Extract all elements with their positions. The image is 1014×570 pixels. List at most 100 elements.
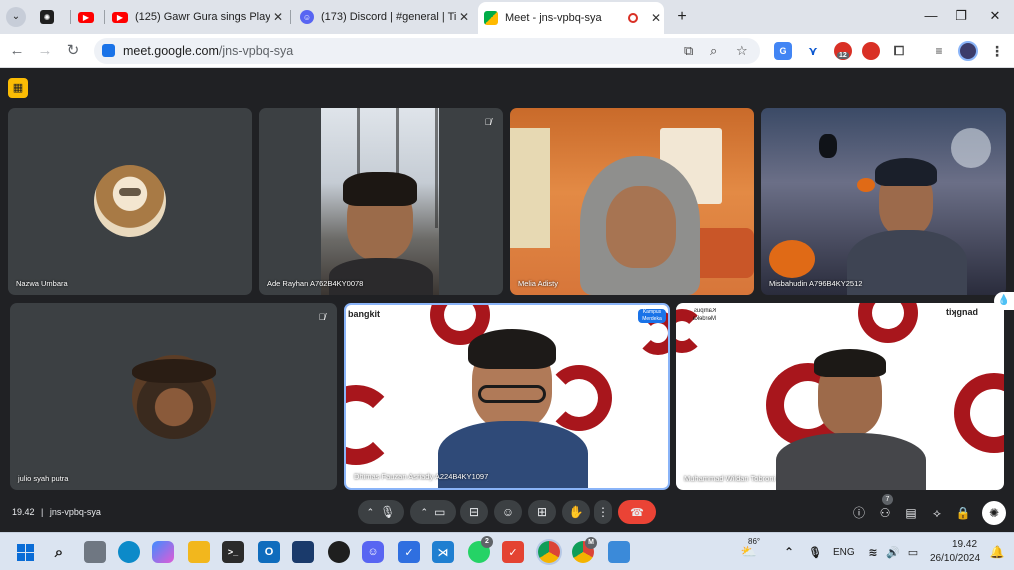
tab-youtube-playlist[interactable]: ▶ (125) Gawr Gura sings Playlist 2 ✕ <box>106 4 286 30</box>
tray-chevron-icon[interactable]: ⌃ <box>778 541 800 563</box>
tab-discord[interactable]: ☺ (173) Discord | #general | Tim C ✕ <box>294 4 472 30</box>
tab-search-button[interactable]: ⌄ <box>6 7 26 27</box>
person-hair <box>814 349 886 377</box>
people-icon[interactable]: ⚇ 7 <box>876 494 894 522</box>
translate-extension-icon[interactable]: G <box>774 42 792 60</box>
close-icon[interactable]: ✕ <box>648 11 664 25</box>
raise-hand-button[interactable]: ✋ <box>562 500 590 524</box>
vscode-icon[interactable]: ⋊ <box>432 541 454 563</box>
discord-icon[interactable]: ☺ <box>362 541 384 563</box>
captions-button[interactable]: ⊟ <box>460 500 488 524</box>
leave-call-button[interactable]: ☎ <box>618 500 656 524</box>
open-in-app-icon[interactable]: ⧉ <box>684 43 693 59</box>
present-icon: ⊞ <box>536 505 548 519</box>
profile-avatar[interactable] <box>958 41 978 61</box>
whatsapp-icon[interactable]: 2 <box>468 536 493 563</box>
participant-tile[interactable]: Melia Adisty <box>510 108 754 295</box>
close-window-button[interactable]: ✕ <box>982 4 1008 28</box>
present-screen-button[interactable]: ⊞ <box>528 500 556 524</box>
start-windows-icon[interactable] <box>14 541 36 563</box>
owl-avatar <box>94 165 166 237</box>
extensions-puzzle-icon[interactable]: ⧠ <box>890 42 908 60</box>
search-icon[interactable]: ⌕ <box>48 541 70 563</box>
muted-mic-icon: 🎙̸ <box>484 117 492 127</box>
reload-button[interactable]: ↻ <box>62 40 84 62</box>
url-host: meet.google.com <box>123 44 219 58</box>
forward-button[interactable]: → <box>34 40 56 62</box>
microphone-tray-icon[interactable]: 🎙 <box>804 541 826 563</box>
pumpkin <box>769 240 815 278</box>
wifi-icon[interactable]: ≋ <box>862 541 884 563</box>
participant-tile-speaking[interactable]: bangkit Kampus Merdeka Dhimas Fauzan Asr… <box>344 303 670 490</box>
tab-title: (125) Gawr Gura sings Playlist 2 <box>135 11 270 23</box>
tab-chatgpt[interactable]: ✺ <box>34 4 70 30</box>
captions-icon: ⊟ <box>468 505 480 519</box>
camera-icon[interactable]: ▭ <box>434 505 445 519</box>
bookmark-star-icon[interactable]: ☆ <box>736 43 748 59</box>
participant-tile[interactable]: 🎙̸ Ade Rayhan A762B4KY0078 <box>259 108 503 295</box>
more-options-button[interactable]: ⋮ <box>594 500 612 524</box>
kampus-merdeka-logo: Kampus Merdeka <box>682 307 716 323</box>
camera-options-chevron-icon[interactable]: ⌃ <box>421 507 429 518</box>
site-info-icon[interactable] <box>102 44 115 57</box>
meeting-info-icon[interactable]: ⓘ <box>850 504 868 522</box>
edge-icon[interactable] <box>118 541 140 563</box>
tab-title: Meet - jns-vpbq-sya <box>505 12 602 24</box>
back-button[interactable]: ← <box>6 40 28 62</box>
github-icon[interactable] <box>328 541 350 563</box>
notification-bell-icon[interactable]: 🔔 <box>986 541 1008 563</box>
meeting-info-badge[interactable]: ▦ <box>8 78 28 98</box>
tab-youtube-pinned[interactable]: ▶ <box>72 4 102 30</box>
mic-options-chevron-icon[interactable]: ⌃ <box>367 507 375 518</box>
zoom-icon[interactable]: ⌕ <box>710 43 717 59</box>
media-control-icon[interactable]: ≡ <box>930 42 948 60</box>
participant-name: Dhimas Fauzan Asriady A224B4KY1097 <box>354 472 489 481</box>
outlook-icon[interactable]: O <box>258 541 280 563</box>
gemini-chatgpt-button[interactable]: ✺ <box>982 501 1006 525</box>
activities-icon[interactable]: ⟡ <box>928 504 946 522</box>
microphone-icon[interactable]: 🎙 <box>380 505 395 519</box>
meet-icon <box>484 11 498 25</box>
close-icon[interactable]: ✕ <box>456 10 472 24</box>
todoist-icon[interactable]: ✓ <box>502 541 524 563</box>
language-indicator[interactable]: ENG <box>833 547 855 558</box>
restore-button[interactable]: ❐ <box>948 4 974 28</box>
participant-tile[interactable]: 🎙̸ julio syah putra <box>10 303 337 490</box>
chrome-profile-icon[interactable]: M <box>572 537 597 563</box>
minimize-button[interactable]: — <box>918 4 944 28</box>
taskbar-date[interactable]: 26/10/2024 <box>930 553 980 564</box>
todo-icon[interactable]: ✓ <box>398 541 420 563</box>
extension-v-icon[interactable]: ⋎ <box>804 42 822 60</box>
terminal-icon[interactable]: >_ <box>222 541 244 563</box>
close-icon[interactable]: ✕ <box>270 10 286 24</box>
person-body <box>847 230 967 295</box>
participant-tile[interactable]: Nazwa Umbara <box>8 108 252 295</box>
chatgpt-icon: ✺ <box>40 10 54 24</box>
participant-tile[interactable]: tiʞgnad Kampus Merdeka Muhammad Wildan T… <box>676 303 1004 490</box>
file-explorer-icon[interactable] <box>188 541 210 563</box>
task-view-icon[interactable] <box>84 541 106 563</box>
glasses-icon <box>478 385 546 403</box>
whatsapp-badge: 2 <box>481 536 493 548</box>
participant-tile[interactable]: Misbahudin A796B4KY2512 <box>761 108 1006 295</box>
chrome-icon[interactable] <box>538 541 560 563</box>
reactions-button[interactable]: ☺ <box>494 500 522 524</box>
new-tab-button[interactable]: + <box>672 7 692 27</box>
tab-meet[interactable]: Meet - jns-vpbq-sya ✕ <box>478 2 664 34</box>
app-banner-icon[interactable] <box>292 541 314 563</box>
address-bar[interactable]: meet.google.com/jns-vpbq-sya ⧉ ⌕ ☆ <box>94 38 760 64</box>
chatgpt-icon: ✺ <box>988 506 1000 520</box>
copilot-icon[interactable] <box>152 541 174 563</box>
tomato-extension-icon[interactable] <box>862 42 880 60</box>
meeting-clock: 19.42 <box>12 507 35 517</box>
volume-icon[interactable]: 🔊 <box>882 541 904 563</box>
host-controls-icon[interactable]: 🔒 <box>954 504 972 522</box>
chat-icon[interactable]: ▤ <box>902 504 920 522</box>
notepad-icon[interactable] <box>608 541 630 563</box>
extension-badge-icon[interactable]: 12 <box>834 42 852 60</box>
taskbar-time[interactable]: 19.42 <box>952 539 977 550</box>
bangkit-logo-text: tiʞgnad <box>946 307 979 317</box>
battery-icon[interactable]: ▭ <box>902 541 924 563</box>
youtube-icon: ▶ <box>112 11 128 23</box>
browser-menu-icon[interactable]: ⋮ <box>988 42 1006 60</box>
